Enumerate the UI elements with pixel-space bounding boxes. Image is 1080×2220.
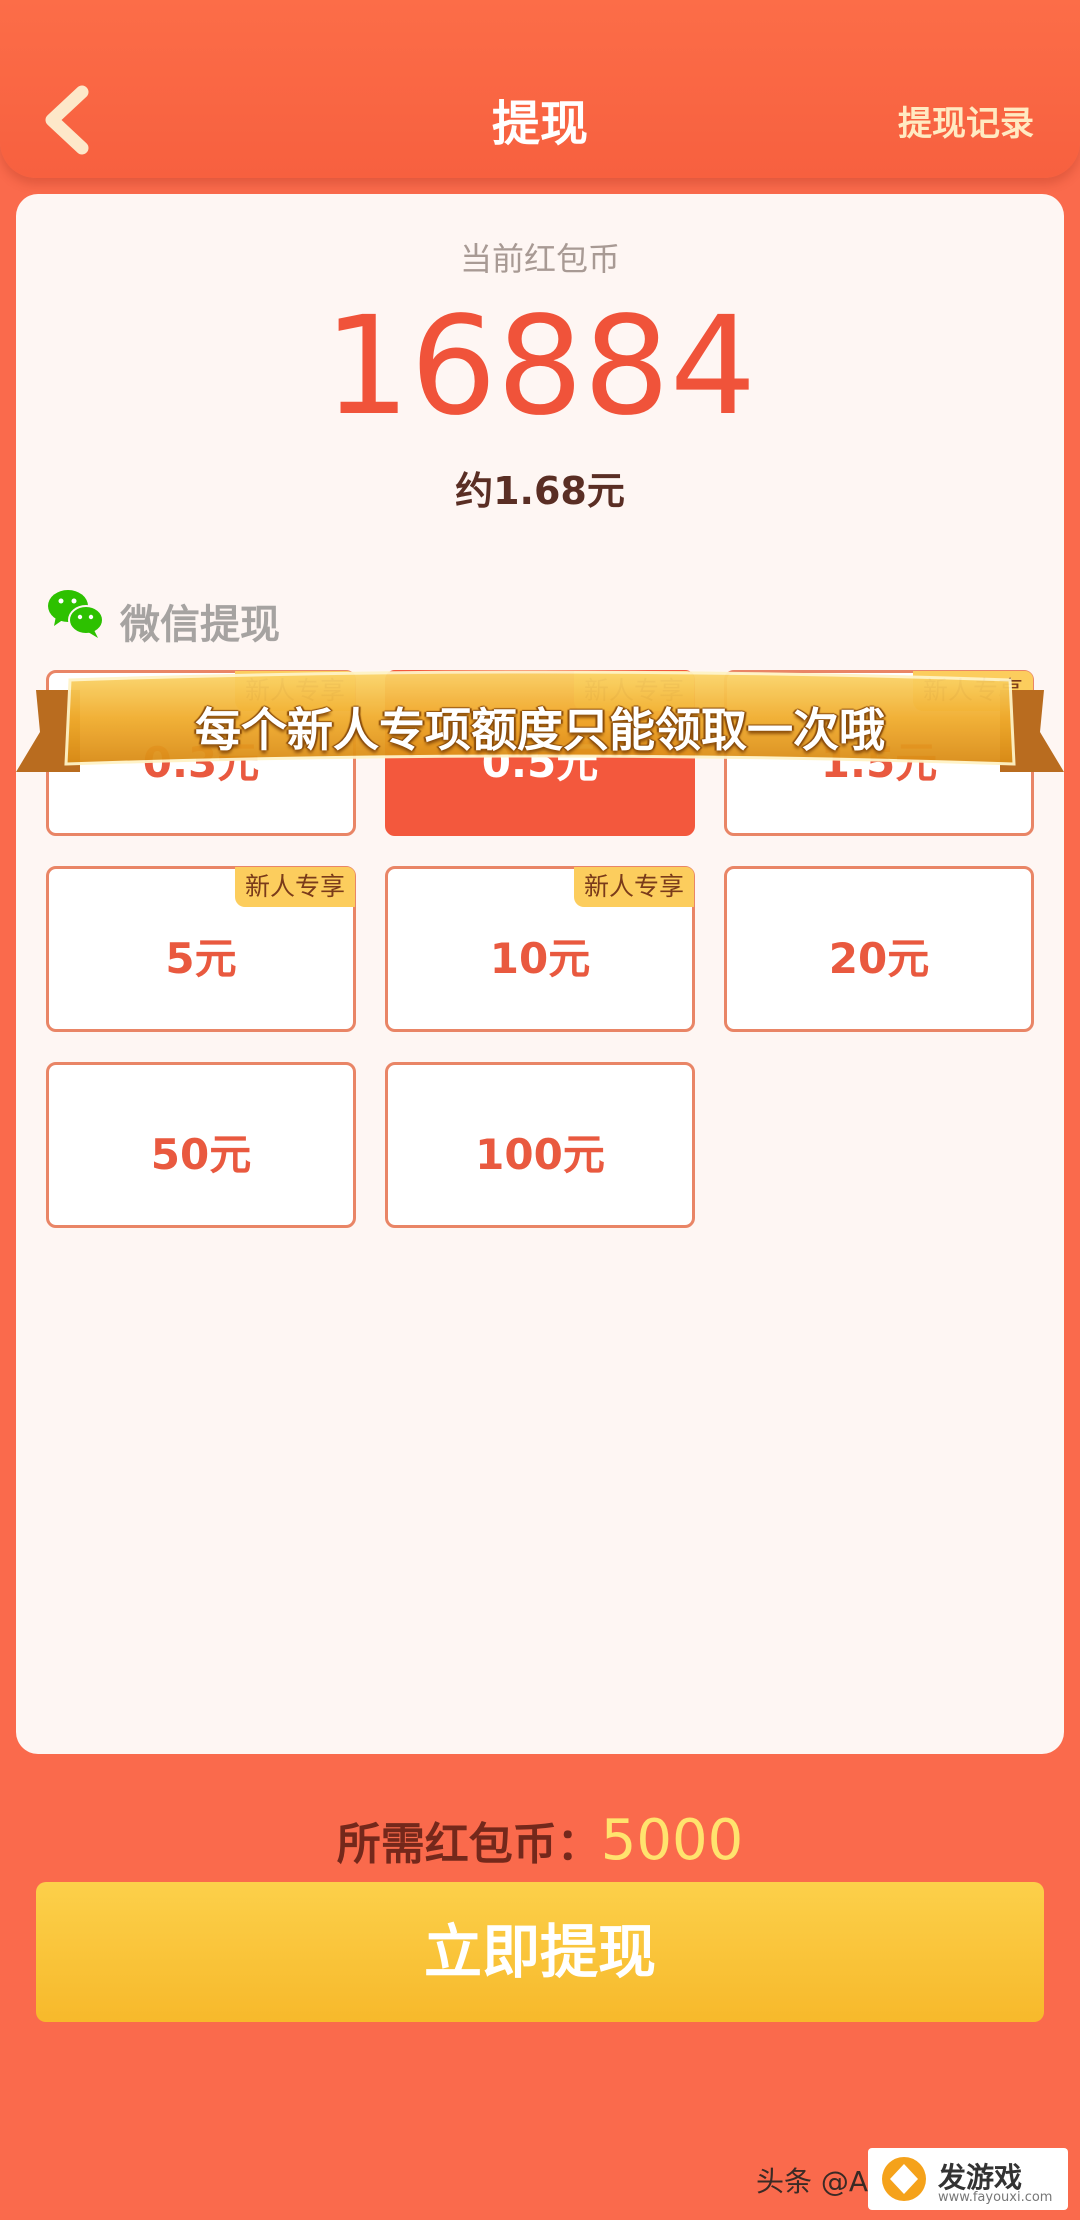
amount-label: 20元 [828,934,930,983]
balance-label: 当前红包币 [459,240,620,278]
newcomer-badge: 新人专享 [234,867,355,907]
toast-message: 每个新人专项额度只能领取一次哦 [195,703,885,757]
amount-label: 100元 [475,1130,605,1179]
watermark-site-url: www.fayouxi.com [938,2190,1053,2205]
balance-approx: 约1.68元 [455,469,625,513]
required-coins: 所需红包币：5000 [0,1808,1080,1873]
game-logo-icon [882,2157,926,2201]
withdraw-card: 当前红包币 16884 约1.68元 微信提现 新人专享 0.3元 新人专享 0… [16,194,1064,1754]
required-value: 5000 [600,1808,744,1873]
wechat-icon [48,590,104,638]
withdraw-now-button[interactable]: 立即提现 [36,1882,1044,2022]
amount-option[interactable]: 100元 [385,1062,695,1228]
balance-value: 16884 [323,288,757,446]
amount-option[interactable]: 50元 [46,1062,356,1228]
watermark-site-logo: 发游戏 www.fayouxi.com [868,2148,1068,2210]
amount-label: 50元 [150,1130,252,1179]
amount-label: 5元 [165,934,237,983]
wechat-withdraw-label: 微信提现 [120,602,280,648]
amount-option[interactable]: 20元 [724,866,1034,1032]
required-label: 所需红包币： [336,1819,601,1870]
app-header: 提现 提现记录 [0,0,1080,178]
amount-option[interactable]: 新人专享 5元 [46,866,356,1032]
newcomer-badge: 新人专享 [573,867,694,907]
watermark-text: 头条 @A [756,2165,869,2198]
amount-label: 10元 [489,934,591,983]
amount-option[interactable]: 新人专享 10元 [385,866,695,1032]
withdraw-record-link[interactable]: 提现记录 [898,96,1034,145]
